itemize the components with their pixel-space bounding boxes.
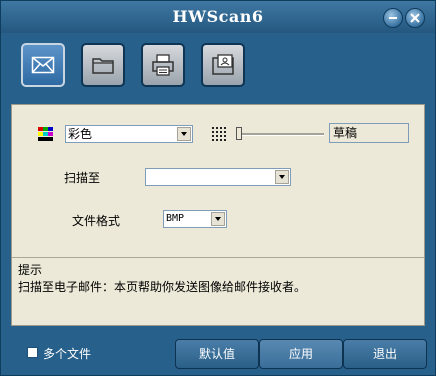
file-format-value: BMP — [166, 213, 185, 224]
multi-file-checkbox[interactable] — [27, 347, 38, 358]
resolution-icon — [212, 127, 226, 141]
scan-to-email-tab[interactable] — [21, 43, 65, 87]
minimize-icon — [389, 17, 397, 19]
printer-icon — [152, 54, 174, 76]
chevron-down-icon — [177, 127, 191, 141]
hint-text: 扫描至电子邮件：本页帮助你发送图像给邮件接收者。 — [18, 280, 307, 294]
color-mode-select[interactable]: 彩色 — [65, 125, 193, 143]
scan-to-folder-tab[interactable] — [81, 43, 125, 87]
minimize-button[interactable] — [383, 8, 403, 28]
toolbar — [1, 33, 435, 103]
color-mode-value: 彩色 — [68, 127, 93, 141]
resolution-value-field: 草稿 — [329, 123, 409, 143]
resolution-slider-track[interactable] — [236, 133, 324, 136]
apply-button[interactable]: 应用 — [259, 339, 343, 369]
scan-to-label: 扫描至 — [64, 171, 101, 185]
resolution-slider-thumb[interactable] — [236, 127, 242, 140]
window-title: HWScan6 — [172, 7, 264, 26]
folder-icon — [92, 58, 114, 74]
multi-file-label: 多个文件 — [43, 347, 92, 361]
app-window: HWScan6 彩色 草稿 扫描至 文件格式 BMP 提示 扫描至电子邮件：本页… — [0, 0, 436, 376]
scan-to-printer-tab[interactable] — [141, 43, 185, 87]
file-format-select[interactable]: BMP — [163, 210, 227, 228]
close-icon — [410, 13, 420, 23]
hint-title: 提示 — [18, 263, 43, 277]
chevron-down-icon — [275, 170, 289, 184]
exit-button[interactable]: 退出 — [343, 339, 427, 369]
hint-groupbox: 提示 扫描至电子邮件：本页帮助你发送图像给邮件接收者。 — [12, 257, 424, 326]
file-format-label: 文件格式 — [72, 214, 121, 228]
default-button[interactable]: 默认值 — [175, 339, 259, 369]
title-bar: HWScan6 — [1, 1, 435, 33]
scan-to-select[interactable] — [145, 168, 291, 186]
close-button[interactable] — [405, 8, 425, 28]
settings-panel: 彩色 草稿 扫描至 文件格式 BMP 提示 扫描至电子邮件：本页帮助你发送图像给… — [11, 104, 425, 326]
fax-icon — [212, 54, 234, 75]
chevron-down-icon — [211, 212, 225, 226]
scan-to-fax-tab[interactable] — [201, 43, 245, 87]
envelope-icon — [31, 56, 55, 74]
color-mode-icon — [38, 127, 53, 141]
